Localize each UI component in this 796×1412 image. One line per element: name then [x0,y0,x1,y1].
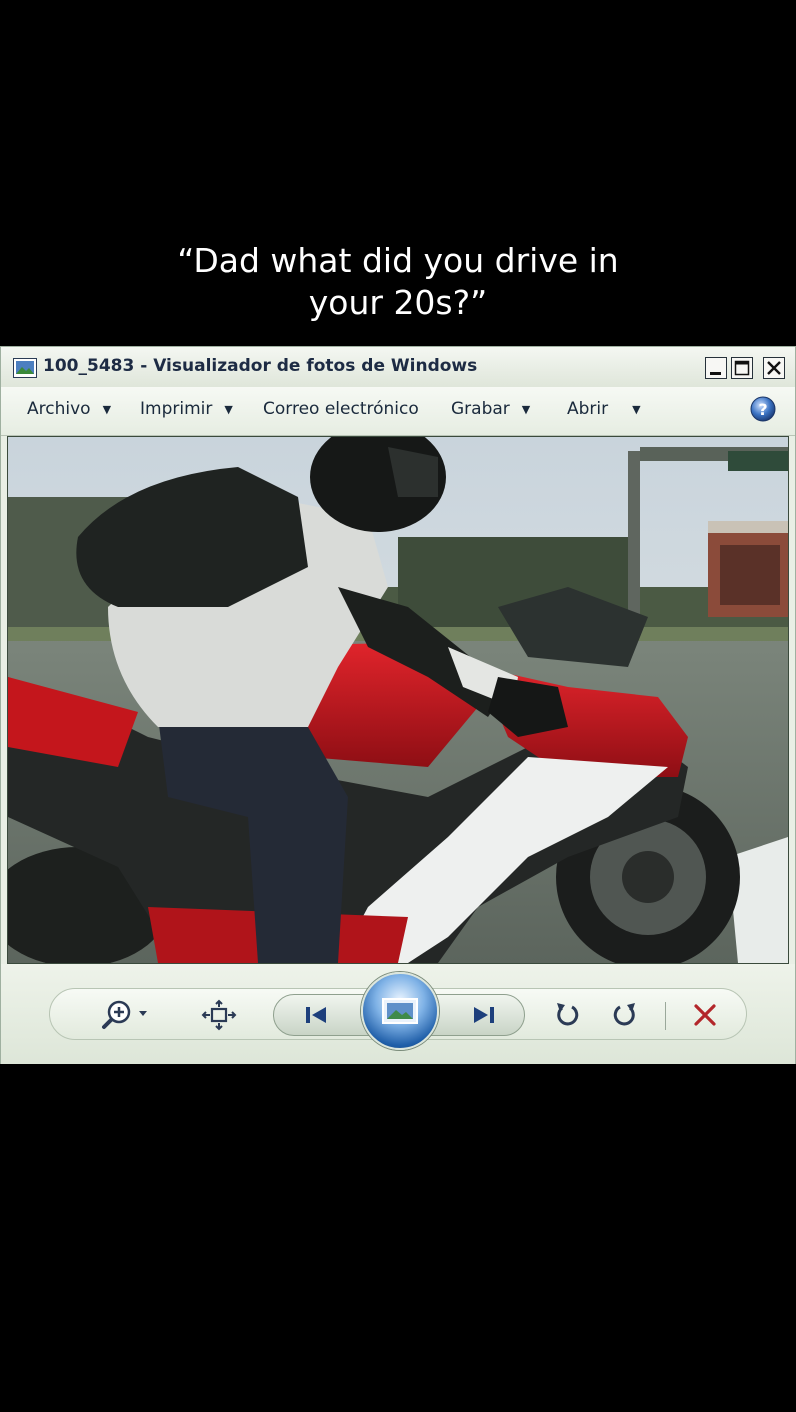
delete-icon [694,1004,716,1026]
svg-text:?: ? [758,400,767,419]
zoom-icon [102,1000,147,1029]
rider-on-motorcycle-photo [8,437,788,963]
viewer-toolbar [1,964,795,1064]
slideshow-icon [382,998,418,1024]
caption-line-1: “Dad what did you drive in [177,241,619,280]
maximize-icon [734,360,750,376]
minimize-button[interactable] [705,357,727,379]
video-caption: “Dad what did you drive in your 20s?” [100,240,696,324]
slideshow-button[interactable] [361,972,439,1050]
actual-size-button[interactable] [199,999,239,1031]
rotate-counterclockwise-icon [557,1003,579,1026]
menu-correo-electronico[interactable]: Correo electrónico [263,399,419,419]
title-bar[interactable]: 100_5483 - Visualizador de fotos de Wind… [1,347,795,388]
menu-abrir-label: Abrir [567,399,609,419]
menu-grabar-label: Grabar [451,399,510,419]
close-window-button[interactable] [763,357,785,379]
close-icon [767,361,781,375]
app-icon [13,358,37,378]
help-button[interactable]: ? [749,395,777,423]
previous-button[interactable] [291,999,341,1031]
next-button[interactable] [459,999,509,1031]
menu-abrir[interactable]: Abrir ▼ [567,399,641,419]
menu-grabar[interactable]: Grabar ▼ [451,399,530,419]
delete-button[interactable] [685,999,725,1031]
chevron-down-icon: ▼ [224,402,233,416]
rotate-clockwise-icon [613,1003,635,1026]
chevron-down-icon: ▼ [632,402,641,416]
help-icon: ? [750,396,776,422]
rotate-counterclockwise-button[interactable] [549,999,585,1031]
menu-imprimir-label: Imprimir [140,399,213,419]
toolbar-divider [665,1002,666,1030]
minimize-icon [710,372,721,375]
photo-display [7,436,789,964]
menu-correo-label: Correo electrónico [263,399,419,419]
command-bar: Archivo ▼ Imprimir ▼ Correo electrónico Gr… [1,387,795,436]
menu-archivo-label: Archivo [27,399,91,419]
previous-icon [306,1007,326,1023]
zoom-button[interactable] [97,999,157,1031]
caption-line-2: your 20s?” [308,283,488,322]
chevron-down-icon: ▼ [521,402,531,416]
rotate-clockwise-button[interactable] [607,999,643,1031]
photo-viewer-window: 100_5483 - Visualizador de fotos de Wind… [0,346,796,1064]
next-icon [474,1007,494,1023]
window-title: 100_5483 - Visualizador de fotos de Wind… [43,356,478,376]
maximize-button[interactable] [731,357,753,379]
menu-archivo[interactable]: Archivo ▼ [27,399,111,419]
page: “Dad what did you drive in your 20s?” 10… [0,0,796,1412]
actual-size-icon [201,999,237,1031]
menu-imprimir[interactable]: Imprimir ▼ [140,399,233,419]
chevron-down-icon: ▼ [102,402,112,416]
